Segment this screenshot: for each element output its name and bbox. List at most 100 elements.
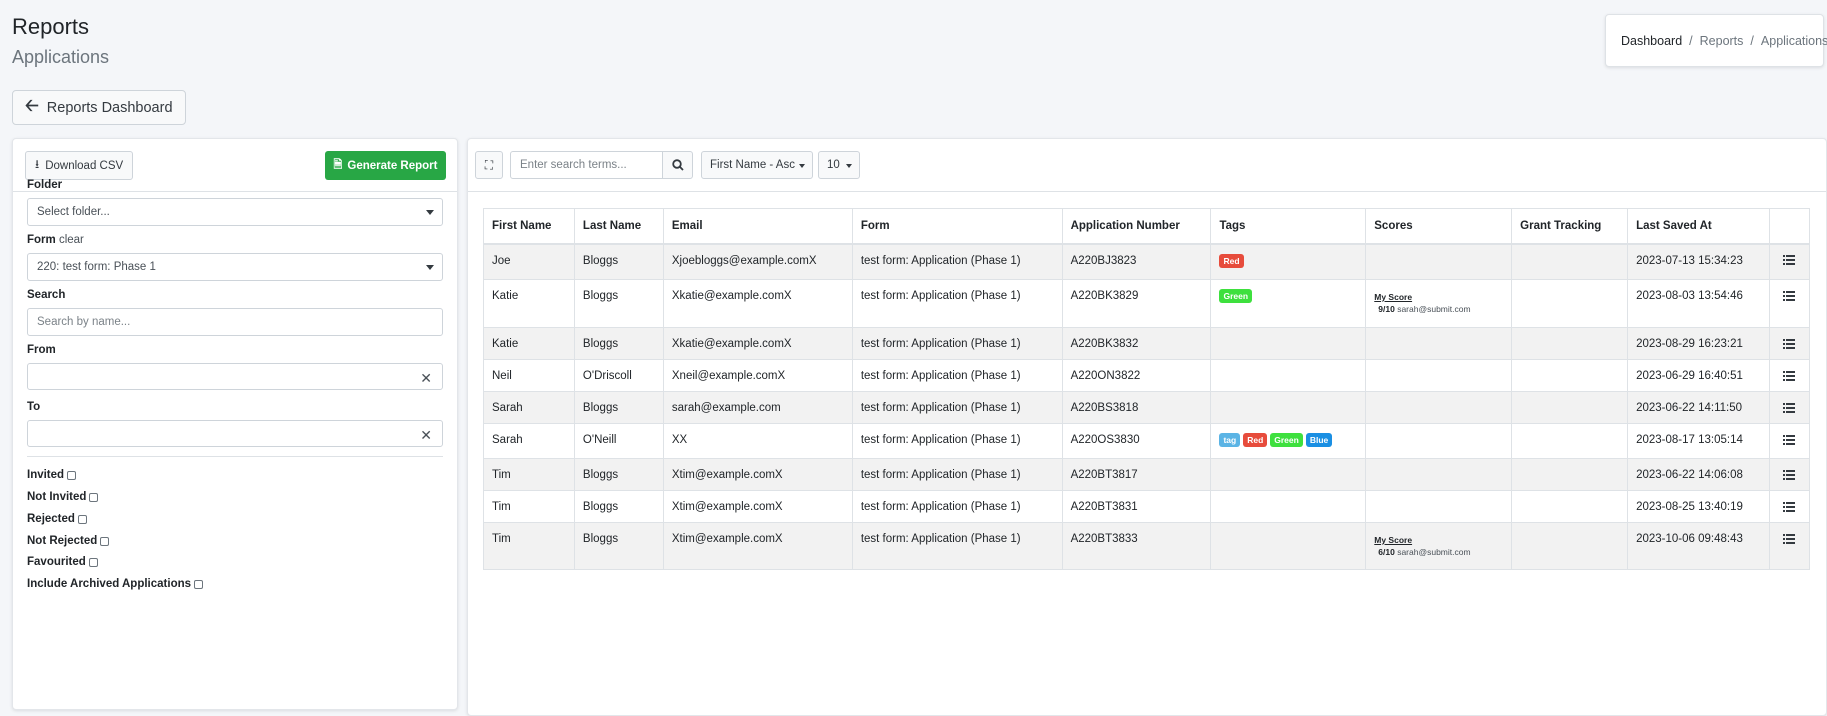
cell-tags	[1210, 327, 1367, 360]
folder-select[interactable]: Select folder...	[27, 198, 443, 226]
cell-last-name: Bloggs	[573, 490, 664, 523]
list-menu-icon[interactable]	[1783, 469, 1796, 481]
caret-down-icon	[799, 164, 805, 168]
clear-icon[interactable]: ✕	[420, 370, 432, 387]
list-menu-icon[interactable]	[1783, 501, 1796, 513]
table-row[interactable]: Katie Bloggs Xkatie@example.comX test form:…	[483, 279, 1811, 328]
breadcrumb-dashboard[interactable]: Dashboard	[1621, 34, 1682, 48]
table-row[interactable]: Sarah O'Neill XX test form: Application (Ph…	[483, 423, 1811, 459]
invited-checkbox[interactable]: Invited	[27, 469, 77, 481]
cell-actions	[1768, 391, 1811, 424]
column-header-last-saved-at[interactable]: Last Saved At	[1627, 208, 1770, 245]
column-header-form[interactable]: Form	[851, 208, 1063, 245]
reports-dashboard-button[interactable]: 🡠 Reports Dashboard	[12, 90, 186, 125]
list-menu-icon[interactable]	[1783, 370, 1796, 382]
cell-tags	[1210, 391, 1367, 424]
cell-first-name: Sarah	[483, 423, 575, 459]
column-header-last-name[interactable]: Last Name	[573, 208, 664, 245]
rejected-checkbox[interactable]: Rejected	[27, 513, 87, 525]
clear-icon[interactable]: ✕	[420, 427, 432, 444]
cell-form: test form: Application (Phase 1)	[851, 391, 1063, 424]
cell-last-name: Bloggs	[573, 327, 664, 360]
score-author: sarah@submit.com	[1397, 304, 1471, 314]
cell-first-name: Katie	[483, 327, 575, 360]
not-invited-checkbox[interactable]: Not Invited	[27, 491, 99, 503]
list-menu-icon[interactable]	[1783, 290, 1796, 302]
column-header-first-name[interactable]: First Name	[483, 208, 575, 245]
table-search-input[interactable]: Enter search terms...	[510, 151, 663, 179]
cell-last-name: Bloggs	[573, 391, 664, 424]
cell-email: Xjoebloggs@example.comX	[662, 243, 853, 280]
checkbox[interactable]	[67, 470, 77, 480]
cell-application-number: A220BT3831	[1061, 490, 1212, 523]
list-menu-icon[interactable]	[1783, 533, 1796, 545]
generate-report-button[interactable]: 🗎 Generate Report	[325, 151, 446, 180]
list-menu-icon[interactable]	[1783, 402, 1796, 414]
form-clear-link[interactable]: clear	[59, 234, 84, 246]
filter-panel: ⭳ Download CSV 🗎 Generate Report Folder …	[12, 138, 458, 710]
column-header-scores[interactable]: Scores	[1365, 208, 1513, 245]
cell-first-name: Tim	[483, 522, 575, 570]
score-max: /10	[1383, 547, 1395, 557]
cell-last-saved-at: 2023-08-25 13:40:19	[1627, 490, 1770, 523]
breadcrumb-reports[interactable]: Reports	[1700, 34, 1744, 48]
table-row[interactable]: Tim Bloggs Xtim@example.comX test form: App…	[483, 458, 1811, 491]
name-search-input[interactable]: Search by name...	[27, 308, 443, 336]
breadcrumb-separator: /	[1750, 33, 1754, 48]
cell-email: Xtim@example.comX	[662, 490, 853, 523]
column-header-grant-tracking[interactable]: Grant Tracking	[1511, 208, 1629, 245]
caret-down-icon	[426, 265, 434, 270]
filter-panel-header: ⭳ Download CSV 🗎 Generate Report	[13, 139, 457, 192]
score-value: 9/10 sarah@submit.com	[1378, 304, 1503, 314]
checkbox[interactable]	[100, 536, 110, 546]
checkbox[interactable]	[194, 579, 204, 589]
cell-last-name: Bloggs	[573, 458, 664, 491]
folder-select-value: Select folder...	[37, 206, 110, 218]
cell-email: Xtim@example.comX	[662, 458, 853, 491]
checkbox[interactable]	[89, 492, 99, 502]
table-row[interactable]: Joe Bloggs Xjoebloggs@example.comX test for…	[483, 243, 1811, 280]
not-rejected-label: Not Rejected	[27, 535, 98, 547]
table-row[interactable]: Tim Bloggs Xtim@example.comX test form: App…	[483, 490, 1811, 523]
include-archived-label: Include Archived Applications	[27, 578, 192, 590]
score-link[interactable]: My Score	[1374, 535, 1503, 545]
column-header-email[interactable]: Email	[662, 208, 853, 245]
column-header-tags[interactable]: Tags	[1210, 208, 1367, 245]
list-menu-icon[interactable]	[1783, 434, 1796, 446]
list-menu-icon[interactable]	[1783, 338, 1796, 350]
cell-application-number: A220BK3832	[1061, 327, 1212, 360]
checkbox[interactable]	[88, 557, 98, 567]
cell-email: Xtim@example.comX	[662, 522, 853, 570]
search-icon	[671, 159, 684, 171]
cell-first-name: Sarah	[483, 391, 575, 424]
table-row[interactable]: Katie Bloggs Xkatie@example.comX test form:…	[483, 327, 1811, 360]
not-rejected-checkbox[interactable]: Not Rejected	[27, 535, 110, 547]
page-size-select[interactable]: 10	[818, 151, 860, 179]
folder-label: Folder	[27, 179, 63, 191]
search-button[interactable]	[662, 151, 693, 179]
include-archived-checkbox[interactable]: Include Archived Applications	[27, 578, 204, 590]
expand-button[interactable]: ⛶	[475, 151, 503, 179]
download-csv-button[interactable]: ⭳ Download CSV	[25, 151, 134, 180]
score-link[interactable]: My Score	[1374, 292, 1503, 302]
cell-tags	[1210, 490, 1367, 523]
cell-actions	[1768, 359, 1811, 392]
list-menu-icon[interactable]	[1783, 255, 1796, 267]
cell-actions	[1768, 327, 1811, 360]
tag-badge: Green	[1270, 433, 1303, 447]
form-select[interactable]: 220: test form: Phase 1	[27, 253, 443, 281]
favourited-checkbox[interactable]: Favourited	[27, 556, 98, 568]
checkbox[interactable]	[77, 514, 87, 524]
table-row[interactable]: Tim Bloggs Xtim@example.comX test form: App…	[483, 522, 1811, 570]
cell-tags	[1210, 359, 1367, 392]
cell-email: sarah@example.com	[662, 391, 853, 424]
cell-application-number: A220ON3822	[1061, 359, 1212, 392]
to-date-input[interactable]: ✕	[27, 420, 443, 447]
from-date-input[interactable]: ✕	[27, 363, 443, 390]
results-panel: ⛶ Enter search terms... First Name - Asc…	[467, 138, 1827, 716]
column-header-application-number[interactable]: Application Number	[1061, 208, 1212, 245]
table-row[interactable]: Sarah Bloggs sarah@example.com test form: A…	[483, 391, 1811, 424]
sort-select-value: First Name - Asc	[710, 159, 795, 171]
sort-select[interactable]: First Name - Asc	[701, 151, 813, 179]
table-row[interactable]: Neil O'Driscoll Xneil@example.comX test for…	[483, 359, 1811, 392]
